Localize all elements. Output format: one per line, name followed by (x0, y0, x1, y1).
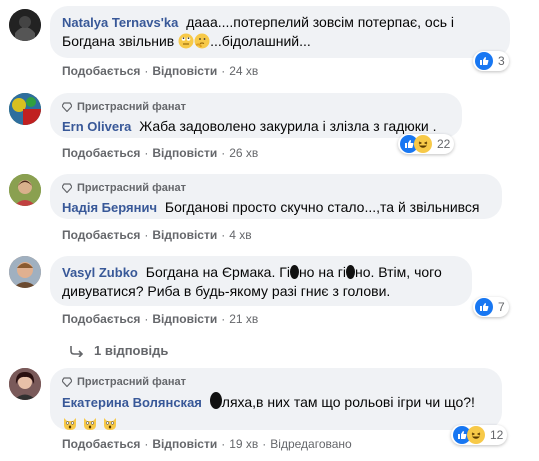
reaction-count: 3 (498, 54, 505, 68)
comment-time[interactable]: 26 хв (229, 146, 258, 160)
comment-time[interactable]: 4 хв (229, 228, 251, 242)
comment-text: Ern Olivera Жаба задоволено закурила і з… (62, 118, 437, 134)
emoji-row (62, 414, 490, 433)
comment-bubble: Пристрасний фанат Ern Olivera Жаба задов… (50, 93, 462, 138)
reactions-badge[interactable]: 22 (398, 134, 455, 154)
comment-bubble: Natalya Ternavs'ka дааа....потерпелий зо… (50, 6, 510, 58)
reply-button[interactable]: Відповісти (152, 228, 217, 242)
avatar[interactable] (9, 93, 41, 125)
avatar[interactable] (9, 368, 41, 400)
reply-button[interactable]: Відповісти (152, 312, 217, 326)
comment-author[interactable]: Vasyl Zubko (62, 265, 138, 280)
reply-arrow-icon (70, 345, 84, 357)
shocked-cat-emoji-icon (64, 418, 76, 430)
reaction-count: 12 (490, 428, 504, 442)
like-button[interactable]: Подобається (62, 312, 140, 326)
avatar[interactable] (9, 256, 41, 288)
comment-actions: Подобається · Відповісти · 4 хв (62, 228, 252, 242)
comment-time[interactable]: 21 хв (229, 312, 258, 326)
shocked-cat-emoji-icon (83, 418, 96, 430)
comment-text: Vasyl Zubko Богдана на Єрмака. Гі но на г… (62, 264, 442, 299)
comment-time[interactable]: 19 хв (229, 437, 258, 451)
like-reaction-icon (475, 52, 493, 70)
comment-actions: Подобається · Відповісти · 26 хв (62, 146, 259, 160)
comment-bubble: Пристрасний фанат Надія Берянич Богданов… (50, 174, 502, 219)
censor-blot (289, 265, 299, 279)
view-replies-link[interactable]: 1 відповідь (70, 343, 168, 358)
like-button[interactable]: Подобається (62, 437, 140, 451)
comment-text: Надія Берянич Богданові просто скучно ст… (62, 199, 480, 215)
reactions-badge[interactable]: 7 (473, 297, 509, 317)
diamond-icon (62, 102, 72, 112)
diamond-icon (62, 377, 72, 387)
comment-actions: Подобається · Відповісти · 21 хв (62, 312, 259, 326)
comment-text: Екатерина Волянская ляха,в них там що ро… (62, 392, 475, 410)
reactions-badge[interactable]: 12 (451, 425, 508, 445)
comment-text: Natalya Ternavs'ka дааа....потерпелий зо… (62, 14, 454, 49)
fan-badge: Пристрасний фанат (62, 375, 490, 389)
comment-author[interactable]: Надія Берянич (62, 200, 157, 215)
comment-author[interactable]: Ern Olivera (62, 119, 131, 134)
fan-badge: Пристрасний фанат (62, 100, 450, 114)
avatar[interactable] (9, 174, 41, 206)
reply-button[interactable]: Відповісти (152, 437, 217, 451)
diamond-icon (62, 183, 72, 193)
comment-bubble: Пристрасний фанат Екатерина Волянская ля… (50, 368, 502, 430)
comment-author[interactable]: Екатерина Волянская (62, 395, 202, 410)
shocked-cat-emoji-icon (103, 418, 116, 430)
avatar[interactable] (9, 9, 41, 41)
haha-reaction-icon (414, 135, 432, 153)
reactions-badge[interactable]: 3 (473, 51, 509, 71)
like-button[interactable]: Подобається (62, 228, 140, 242)
rolling-eyes-emoji-icon (178, 33, 194, 49)
censor-blot (209, 392, 222, 409)
haha-reaction-icon (467, 426, 485, 444)
like-button[interactable]: Подобається (62, 146, 140, 160)
edited-label[interactable]: Відредаговано (270, 437, 351, 451)
like-reaction-icon (475, 298, 493, 316)
reaction-count: 22 (437, 137, 451, 151)
thinking-emoji-icon (194, 33, 210, 49)
comment-bubble: Vasyl Zubko Богдана на Єрмака. Гі но на г… (50, 256, 472, 306)
censor-blot (345, 265, 355, 279)
reaction-count: 7 (498, 300, 505, 314)
fan-badge: Пристрасний фанат (62, 181, 490, 195)
comment-actions: Подобається · Відповісти · 19 хв · Відре… (62, 437, 352, 451)
comment-actions: Подобається · Відповісти · 24 хв (62, 64, 259, 78)
reply-button[interactable]: Відповісти (152, 146, 217, 160)
reply-button[interactable]: Відповісти (152, 64, 217, 78)
comment-time[interactable]: 24 хв (229, 64, 258, 78)
like-button[interactable]: Подобається (62, 64, 140, 78)
comment-author[interactable]: Natalya Ternavs'ka (62, 15, 178, 30)
